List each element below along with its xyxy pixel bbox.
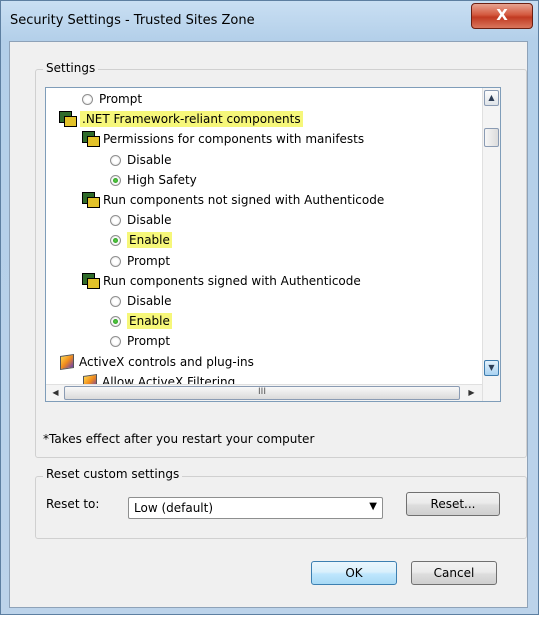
settings-listbox[interactable]: Prompt .NET Framework-reliant components P… — [45, 87, 501, 402]
settings-radio-option[interactable]: Prompt — [110, 251, 170, 271]
gear-shield-icon — [82, 272, 100, 289]
arrow-up-icon: ▲ — [488, 93, 495, 102]
radio-checked-icon[interactable] — [110, 174, 121, 186]
reset-to-label: Reset to: — [46, 497, 100, 511]
settings-category: Permissions for components with manifest… — [82, 129, 364, 149]
settings-radio-option[interactable]: Disable — [110, 210, 172, 230]
arrow-right-icon: ▶ — [468, 388, 475, 397]
settings-category: ActiveX controls and plug-ins — [59, 352, 254, 372]
settings-item-label: Prompt — [127, 253, 171, 268]
scroll-down-button[interactable]: ▼ — [484, 360, 499, 376]
radio-checked-icon[interactable] — [110, 235, 121, 247]
settings-item-label: Run components not signed with Authentic… — [103, 193, 385, 207]
vertical-scrollbar[interactable]: ▲ ▼ — [482, 88, 500, 401]
close-icon: X — [496, 6, 508, 24]
reset-legend: Reset custom settings — [43, 467, 183, 481]
arrow-left-icon: ◀ — [52, 388, 59, 397]
gear-shield-icon — [59, 111, 77, 128]
settings-item-label: .NET Framework-reliant components — [80, 111, 303, 128]
settings-item-label: Prompt — [99, 92, 143, 106]
cancel-button[interactable]: Cancel — [411, 561, 497, 585]
scroll-up-button[interactable]: ▲ — [484, 90, 499, 106]
settings-category: Run components not signed with Authentic… — [82, 190, 384, 210]
settings-item-label: Disable — [127, 213, 172, 228]
horizontal-scroll-thumb[interactable]: III — [64, 386, 460, 400]
settings-item-label: Disable — [127, 294, 172, 308]
radio-checked-icon[interactable] — [110, 316, 121, 328]
restart-note: *Takes effect after you restart your com… — [43, 432, 315, 446]
arrow-down-icon: ▼ — [488, 363, 495, 372]
vertical-scroll-thumb[interactable] — [484, 128, 499, 147]
settings-radio-option[interactable]: Disable — [110, 291, 172, 311]
reset-button[interactable]: Reset... — [406, 492, 500, 516]
settings-item-label: Prompt — [127, 334, 171, 349]
gear-shield-icon — [82, 192, 100, 208]
horizontal-scrollbar[interactable]: ◀ III ▶ — [46, 384, 482, 401]
gear-shield-icon — [82, 131, 100, 148]
title-bar[interactable]: Security Settings - Trusted Sites Zone X — [1, 1, 540, 41]
settings-item-label: Run components signed with Authenticode — [103, 273, 361, 288]
settings-item-label: Enable — [127, 232, 172, 249]
settings-radio-option[interactable]: High Safety — [110, 170, 197, 190]
settings-radio-option[interactable]: Enable — [110, 230, 172, 250]
settings-category: .NET Framework-reliant components — [59, 109, 303, 129]
radio-unchecked-icon[interactable] — [110, 215, 121, 227]
activex-icon — [59, 353, 74, 370]
scroll-right-button[interactable]: ▶ — [464, 386, 479, 400]
settings-radio-option[interactable]: Disable — [110, 150, 172, 170]
settings-category: Run components signed with Authenticode — [82, 271, 361, 291]
window-title: Security Settings - Trusted Sites Zone — [10, 13, 255, 28]
settings-item-label: High Safety — [127, 172, 197, 187]
scroll-left-button[interactable]: ◀ — [48, 386, 63, 400]
thumb-grip: III — [258, 387, 266, 397]
radio-unchecked-icon[interactable] — [82, 94, 93, 105]
settings-legend: Settings — [43, 61, 99, 75]
reset-level-select[interactable]: Low (default) ▼ — [128, 497, 383, 519]
radio-unchecked-icon[interactable] — [110, 336, 121, 348]
radio-unchecked-icon[interactable] — [110, 154, 121, 166]
settings-item-label: Enable — [127, 313, 172, 330]
settings-radio-option[interactable]: Prompt — [110, 331, 170, 351]
settings-item-label: Disable — [127, 152, 172, 167]
settings-item-label: Permissions for components with manifest… — [103, 132, 365, 147]
settings-item-label: ActiveX controls and plug-ins — [79, 354, 254, 369]
settings-radio-option[interactable]: Prompt — [82, 89, 142, 109]
radio-unchecked-icon[interactable] — [110, 255, 121, 267]
settings-radio-option[interactable]: Enable — [110, 311, 172, 331]
close-button[interactable]: X — [471, 3, 533, 29]
ok-button[interactable]: OK — [311, 561, 397, 585]
reset-level-value: Low (default) — [134, 501, 214, 515]
dropdown-arrow-icon: ▼ — [369, 501, 377, 512]
radio-unchecked-icon[interactable] — [110, 296, 121, 307]
